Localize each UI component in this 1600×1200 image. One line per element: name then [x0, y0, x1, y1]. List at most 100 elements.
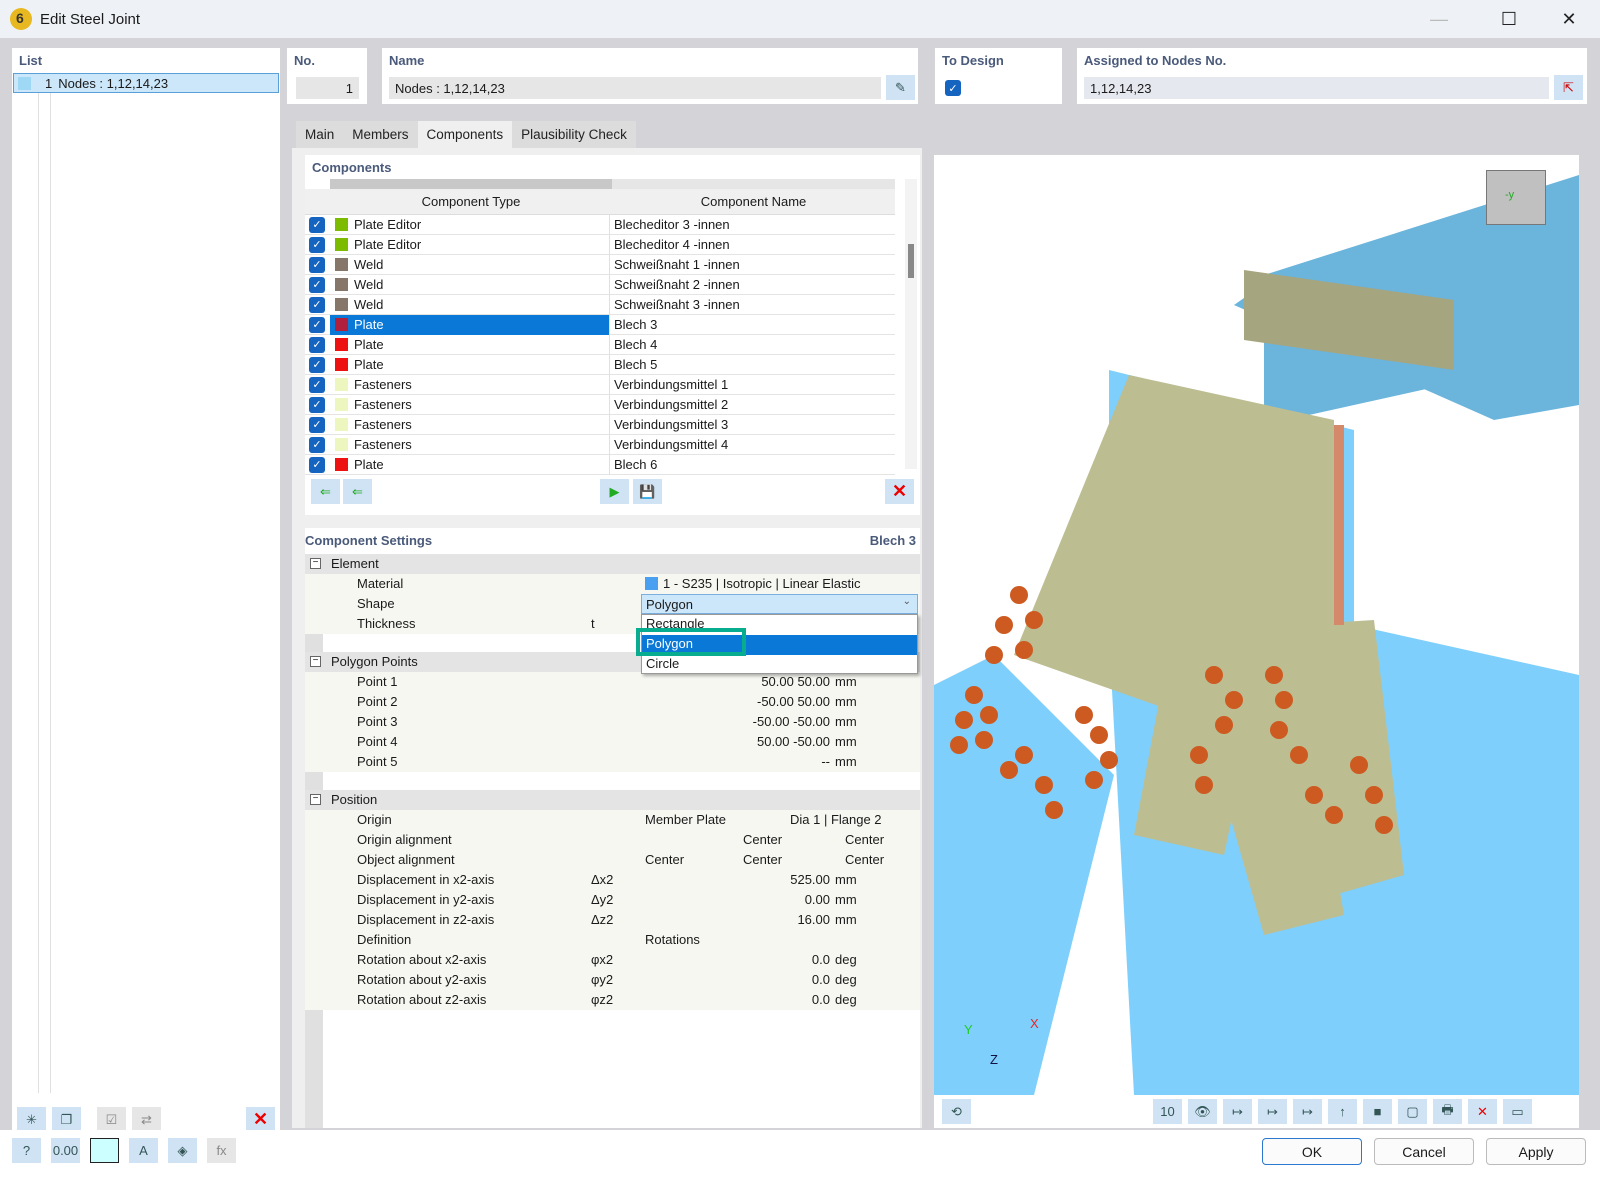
col-component-name[interactable]: Component Name: [612, 194, 895, 209]
col-component-type[interactable]: Component Type: [330, 194, 612, 209]
scale-icon[interactable]: 10: [1153, 1099, 1182, 1124]
view-x-icon[interactable]: ↦: [1223, 1099, 1252, 1124]
color-icon[interactable]: [90, 1138, 119, 1163]
row-checkbox[interactable]: ✓: [309, 416, 325, 433]
toggle-check-icon[interactable]: ⇄: [132, 1107, 161, 1132]
tab-bar: Main Members Components Plausibility Che…: [296, 121, 636, 148]
maximize-button[interactable]: ☐: [1486, 0, 1532, 38]
to-design-checkbox[interactable]: ✓: [945, 80, 961, 96]
list-item[interactable]: 1 Nodes : 1,12,14,23: [13, 73, 279, 93]
help-icon[interactable]: ?: [12, 1138, 41, 1163]
display-props-icon[interactable]: A: [129, 1138, 158, 1163]
component-row[interactable]: ✓ Plate Editor Blecheditor 4 -innen: [305, 234, 895, 255]
view-cube[interactable]: -y: [1486, 170, 1546, 225]
row-checkbox[interactable]: ✓: [309, 216, 325, 233]
row-material[interactable]: Material 1 - S235 | Isotropic | Linear E…: [305, 574, 920, 594]
row-checkbox[interactable]: ✓: [309, 236, 325, 253]
shape-select[interactable]: Polygon ⌄: [641, 594, 918, 614]
component-row[interactable]: ✓ Weld Schweißnaht 1 -innen: [305, 254, 895, 275]
wireframe-icon[interactable]: ▢: [1398, 1099, 1427, 1124]
displacement-row[interactable]: Displacement in z2-axis Δz2 16.00 mm: [305, 910, 920, 930]
formula-icon[interactable]: fx: [207, 1138, 236, 1163]
component-row[interactable]: ✓ Weld Schweißnaht 2 -innen: [305, 274, 895, 295]
close-button[interactable]: ✕: [1546, 0, 1592, 38]
component-row[interactable]: ✓ Fasteners Verbindungsmittel 1: [305, 374, 895, 395]
rotation-row[interactable]: Rotation about x2-axis φx2 0.0 deg: [305, 950, 920, 970]
row-checkbox[interactable]: ✓: [309, 296, 325, 313]
apply-button[interactable]: Apply: [1486, 1138, 1586, 1165]
option-circle[interactable]: Circle: [642, 655, 917, 675]
polygon-point-row[interactable]: Point 1 50.00 50.00 mm: [305, 672, 920, 692]
visibility-icon[interactable]: 👁: [1188, 1099, 1217, 1124]
component-row[interactable]: ✓ Plate Blech 5: [305, 354, 895, 375]
displacement-row[interactable]: Displacement in x2-axis Δx2 525.00 mm: [305, 870, 920, 890]
new-item-icon[interactable]: ✳: [17, 1107, 46, 1132]
row-object-alignment[interactable]: Object alignment Center Center Center: [305, 850, 920, 870]
row-origin[interactable]: Origin Member Plate Dia 1 | Flange 2: [305, 810, 920, 830]
move-up-icon[interactable]: ⇐: [311, 479, 340, 504]
rotation-row[interactable]: Rotation about z2-axis φz2 0.0 deg: [305, 990, 920, 1010]
row-checkbox[interactable]: ✓: [309, 276, 325, 293]
delete-item-icon[interactable]: ✕: [246, 1107, 275, 1132]
save-icon[interactable]: 💾: [633, 479, 662, 504]
polygon-point-row[interactable]: Point 2 -50.00 50.00 mm: [305, 692, 920, 712]
row-checkbox[interactable]: ✓: [309, 336, 325, 353]
row-checkbox[interactable]: ✓: [309, 396, 325, 413]
polygon-point-row[interactable]: Point 4 50.00 -50.00 mm: [305, 732, 920, 752]
tab-components[interactable]: Components: [417, 121, 513, 148]
view-z-icon[interactable]: ↦: [1293, 1099, 1322, 1124]
row-checkbox[interactable]: ✓: [309, 256, 325, 273]
view-y-icon[interactable]: ↦: [1258, 1099, 1287, 1124]
component-row[interactable]: ✓ Weld Schweißnaht 3 -innen: [305, 294, 895, 315]
row-checkbox[interactable]: ✓: [309, 376, 325, 393]
copy-item-icon[interactable]: ❐: [52, 1107, 81, 1132]
group-element[interactable]: − Element: [305, 554, 920, 574]
component-row[interactable]: ✓ Fasteners Verbindungsmittel 3: [305, 414, 895, 435]
component-name: Blech 4: [614, 337, 658, 352]
table-scrollbar[interactable]: [905, 179, 917, 469]
displacement-row[interactable]: Displacement in y2-axis Δy2 0.00 mm: [305, 890, 920, 910]
component-row[interactable]: ✓ Plate Blech 6: [305, 454, 895, 475]
row-checkbox[interactable]: ✓: [309, 356, 325, 373]
tab-plausibility-check[interactable]: Plausibility Check: [512, 121, 636, 148]
no-field[interactable]: 1: [296, 77, 359, 99]
view-mode-icon[interactable]: ⟲: [942, 1099, 971, 1124]
move-down-icon[interactable]: ⇐: [343, 479, 372, 504]
print-icon[interactable]: 🖶: [1433, 1099, 1462, 1124]
check-all-icon[interactable]: ☑: [97, 1107, 126, 1132]
export-icon[interactable]: ▭: [1503, 1099, 1532, 1124]
ok-button[interactable]: OK: [1262, 1138, 1362, 1165]
3d-view[interactable]: -y Y X Z: [934, 155, 1579, 1095]
render-mode-icon[interactable]: ■: [1363, 1099, 1392, 1124]
polygon-point-row[interactable]: Point 3 -50.00 -50.00 mm: [305, 712, 920, 732]
row-checkbox[interactable]: ✓: [309, 436, 325, 453]
view-settings-icon[interactable]: ◈: [168, 1138, 197, 1163]
row-checkbox[interactable]: ✓: [309, 316, 325, 333]
edit-name-icon[interactable]: ✎: [886, 75, 915, 100]
row-shape[interactable]: Shape Polygon ⌄: [305, 594, 920, 614]
component-row[interactable]: ✓ Plate Editor Blecheditor 3 -innen: [305, 214, 895, 235]
component-row[interactable]: ✓ Fasteners Verbindungsmittel 2: [305, 394, 895, 415]
units-icon[interactable]: 0.00: [51, 1138, 80, 1163]
nodes-field[interactable]: 1,12,14,23: [1084, 77, 1549, 99]
view-neg-z-icon[interactable]: ↑: [1328, 1099, 1357, 1124]
pick-nodes-icon[interactable]: ⇱: [1554, 75, 1583, 100]
tab-members[interactable]: Members: [343, 121, 418, 148]
cancel-button[interactable]: Cancel: [1374, 1138, 1474, 1165]
group-position[interactable]: − Position: [305, 790, 920, 810]
name-field[interactable]: Nodes : 1,12,14,23: [389, 77, 881, 99]
import-icon[interactable]: ▶: [600, 479, 629, 504]
row-origin-alignment[interactable]: Origin alignment Center Center: [305, 830, 920, 850]
component-row[interactable]: ✓ Plate Blech 4: [305, 334, 895, 355]
row-definition[interactable]: Definition Rotations: [305, 930, 920, 950]
bolt: [1290, 746, 1308, 764]
tab-main[interactable]: Main: [296, 121, 344, 148]
reset-view-icon[interactable]: ✕: [1468, 1099, 1497, 1124]
row-checkbox[interactable]: ✓: [309, 456, 325, 473]
delete-component-icon[interactable]: ✕: [885, 479, 914, 504]
component-row[interactable]: ✓ Plate Blech 3: [305, 314, 895, 335]
rotation-row[interactable]: Rotation about y2-axis φy2 0.0 deg: [305, 970, 920, 990]
component-row[interactable]: ✓ Fasteners Verbindungsmittel 4: [305, 434, 895, 455]
polygon-point-row[interactable]: Point 5 -- mm: [305, 752, 920, 772]
minimize-button[interactable]: —: [1416, 0, 1462, 38]
